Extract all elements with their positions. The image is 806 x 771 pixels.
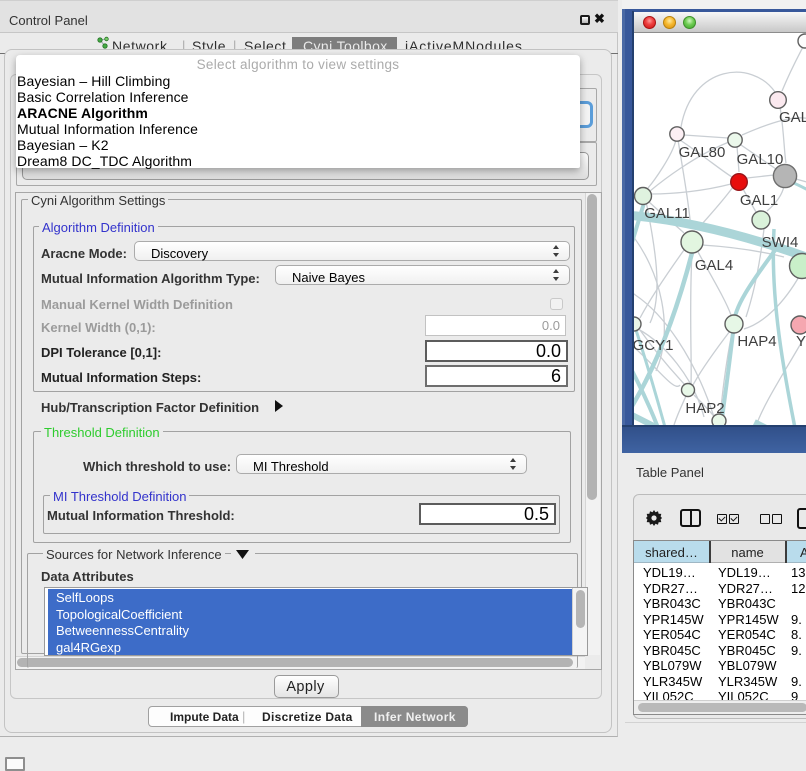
svg-text:HAP2: HAP2 (685, 400, 724, 417)
svg-text:GAL10: GAL10 (737, 151, 784, 168)
svg-text:Y: Y (796, 333, 806, 350)
svg-text:HAP4: HAP4 (737, 333, 776, 350)
svg-text:GAL7: GAL7 (779, 109, 806, 126)
svg-text:SWI4: SWI4 (762, 234, 799, 251)
svg-text:GAL11: GAL11 (644, 205, 690, 222)
svg-text:GAL4: GAL4 (695, 257, 733, 274)
svg-text:GAL1: GAL1 (740, 192, 778, 209)
svg-text:GAL80: GAL80 (679, 144, 726, 161)
svg-text:GCY1: GCY1 (634, 337, 673, 354)
